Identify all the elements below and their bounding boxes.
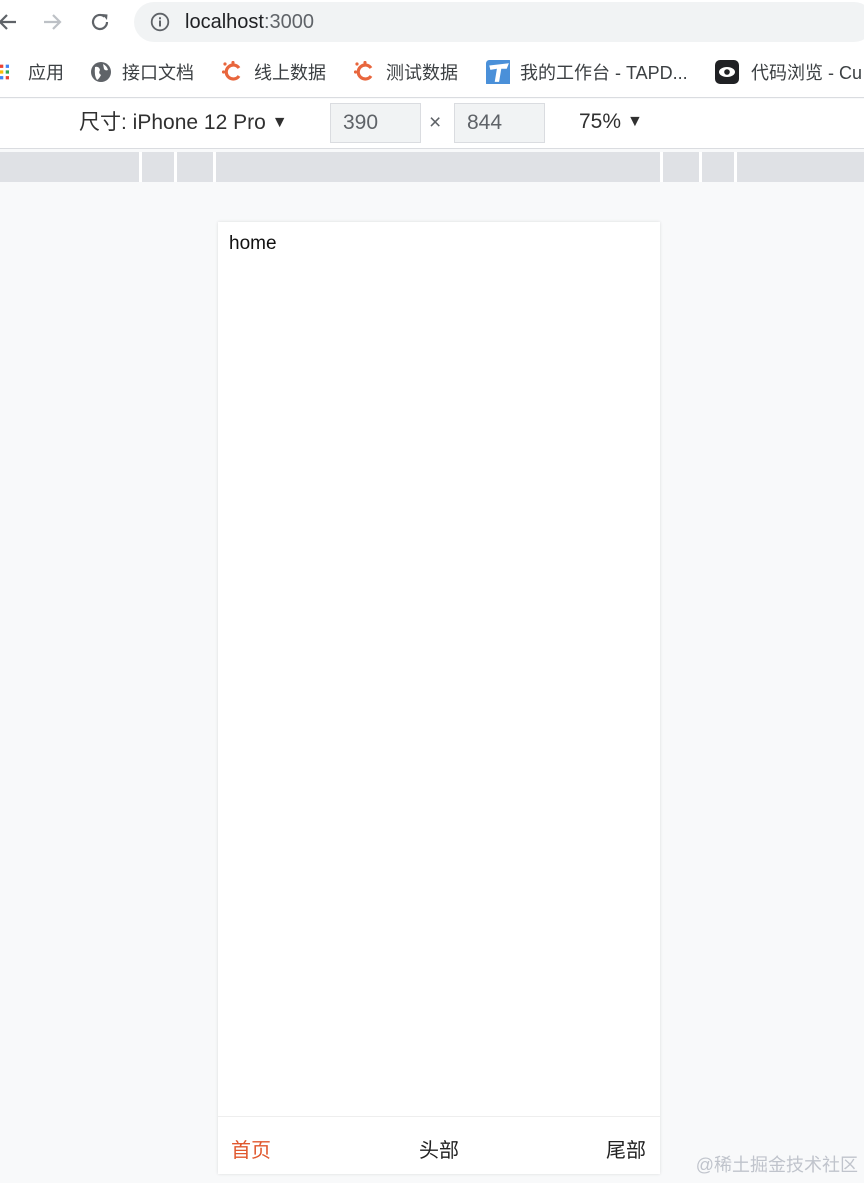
url-host: localhost (185, 11, 264, 33)
bookmark-label: 线上数据 (254, 63, 326, 83)
media-query-divider (174, 152, 177, 182)
device-width-input[interactable]: 390 (330, 103, 421, 143)
globe-icon (91, 62, 111, 82)
device-height-input[interactable]: 844 (454, 103, 545, 143)
forward-button[interactable] (36, 6, 68, 38)
back-button[interactable] (0, 6, 24, 38)
url-text[interactable]: localhost:3000 (185, 11, 314, 33)
device-screen: home 首页 头部 尾部 (218, 222, 660, 1174)
watermark: @稀土掘金技术社区 (695, 1155, 858, 1175)
reload-button[interactable] (84, 6, 116, 38)
bookmark-test-data[interactable]: 测试数据 (354, 59, 458, 85)
orange-c-icon (354, 61, 373, 81)
eye-icon (715, 60, 739, 84)
bookmark-api-docs[interactable]: 接口文档 (90, 59, 194, 85)
apps-grid-icon (0, 64, 9, 80)
media-query-divider (139, 152, 142, 182)
bookmark-apps[interactable]: 应用 (0, 59, 64, 85)
arrow-right-icon (44, 14, 62, 30)
media-query-divider (699, 152, 702, 182)
bookmark-label: 代码浏览 - Cu (751, 63, 863, 83)
bookmark-tapd[interactable]: 我的工作台 - TAPD... (486, 59, 688, 85)
tab-home[interactable]: 首页 (231, 1134, 271, 1163)
bookmark-label: 我的工作台 - TAPD... (520, 63, 688, 83)
info-icon[interactable] (150, 12, 170, 32)
orange-c-icon (222, 61, 241, 81)
chevron-down-icon: ▼ (271, 114, 288, 131)
bookmark-online-data[interactable]: 线上数据 (222, 59, 326, 85)
dimension-separator: × (429, 111, 442, 134)
reload-icon (91, 13, 109, 31)
bookmark-code-browse[interactable]: 代码浏览 - Cu (715, 59, 862, 85)
bookmark-label: 测试数据 (386, 63, 458, 83)
tab-footer[interactable]: 尾部 (606, 1134, 646, 1163)
bookmark-label: 应用 (28, 63, 64, 83)
tapd-icon (486, 60, 510, 84)
url-port: :3000 (263, 11, 314, 33)
bookmark-label: 接口文档 (122, 63, 194, 83)
media-query-divider (660, 152, 663, 182)
bottom-tab-bar: 首页 头部 尾部 (218, 1116, 660, 1174)
chevron-down-icon: ▼ (627, 113, 643, 130)
media-query-divider (734, 152, 737, 182)
bookmarks-bar: 应用 接口文档 线上数据 测试数据 我的工作台 - TAPD... 代码浏览 -… (0, 44, 864, 98)
zoom-selector[interactable]: 75% ▼ (579, 110, 643, 134)
device-toolbar: 尺寸: iPhone 12 Pro ▼ 390 × 844 75% ▼ (0, 99, 864, 149)
page-content-text: home (229, 233, 277, 254)
arrow-left-icon (0, 14, 16, 30)
address-bar[interactable]: localhost:3000 (134, 2, 864, 42)
media-query-divider (213, 152, 216, 182)
device-selector[interactable]: 尺寸: iPhone 12 Pro ▼ (79, 110, 288, 136)
tab-header[interactable]: 头部 (419, 1134, 459, 1163)
zoom-label: 75% (579, 110, 622, 133)
media-query-bar[interactable] (0, 152, 864, 182)
browser-toolbar: localhost:3000 (0, 0, 864, 44)
device-size-label: 尺寸: iPhone 12 Pro (79, 111, 266, 134)
